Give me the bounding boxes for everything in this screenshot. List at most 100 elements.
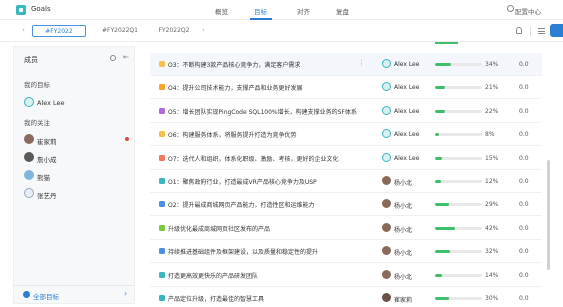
goal-owner: Alex Lee [394, 61, 420, 68]
goal-title[interactable]: O2：提升最成商城网页产品能力，打造性区和运维能力 [168, 200, 315, 209]
chevron-right-icon: › [124, 289, 128, 298]
goal-row[interactable]: 升级优化最成商城网页社区发布的产品 杨小北 42% 0.0 [150, 217, 542, 240]
goal-title[interactable]: O1：聚焦政府行业，打造最成VR产品核心竞争力及USP [168, 177, 317, 186]
avatar [24, 134, 34, 144]
goal-row[interactable]: O7：迭代人和组织，体系化职级、激励、考核，更好的企业文化 Alex Lee 15%… [150, 147, 542, 170]
progress-percent: 21% [485, 84, 499, 92]
avatar [382, 199, 391, 209]
goal-row[interactable]: O4：提升公司技术能力，支撑产品和业务更好发展 Alex Lee 21% 0.0 [150, 76, 542, 100]
goal-title[interactable]: 升级优化最成商城网页社区发布的产品 [168, 224, 270, 233]
app-title: Goals [31, 5, 51, 13]
goal-score: 0.0 [519, 61, 529, 68]
avatar [382, 176, 391, 185]
nav-overview[interactable]: 概览 [215, 6, 228, 16]
toolbar-divider [530, 27, 531, 36]
progress-bar [435, 63, 482, 66]
objective-icon [159, 248, 165, 255]
search-icon[interactable] [110, 55, 116, 61]
objective-icon [159, 61, 165, 67]
goal-row[interactable]: O1：聚焦政府行业，打造最成VR产品核心竞争力及USP 杨小北 12% 0.0 [150, 170, 542, 193]
avatar [382, 59, 391, 68]
goal-owner: Alex Lee [394, 84, 420, 92]
member-name: 熊猫 [37, 174, 50, 182]
progress-percent: 30% [485, 295, 499, 302]
all-goals-link[interactable]: 全部目标 › [14, 285, 134, 303]
goal-row[interactable]: O2：提升最成商城网页产品能力，打造性区和运维能力 杨小北 29% 0.0 [150, 193, 542, 217]
progress-percent: 12% [485, 178, 499, 185]
goal-row[interactable]: 持续推进基础组件及框架建设，以及质量和稳定性的提升 杨小北 32% 0.0 [150, 240, 542, 264]
progress-bar-fill [435, 297, 450, 300]
collapse-icon[interactable]: ⇤ [123, 53, 129, 61]
lightbulb-icon[interactable] [516, 27, 522, 34]
avatar [24, 97, 34, 107]
tab-fy2022q1[interactable]: #FY2022Q1 [94, 25, 146, 37]
goal-owner: Alex Lee [394, 107, 420, 115]
sidebar-item-member[interactable]: 詹小成 [24, 152, 124, 164]
goal-score: 0.0 [519, 107, 529, 115]
goal-row[interactable]: O3：不断构建3款产品核心竞争力，满足客户需求 ⋮ Alex Lee 34% 0.0 [150, 53, 542, 76]
progress-bar [435, 180, 482, 183]
progress-bar [435, 273, 482, 277]
list-view-icon[interactable] [538, 28, 545, 34]
avatar [24, 188, 34, 198]
objective-icon [159, 224, 165, 231]
objective-icon [159, 271, 165, 278]
goal-title[interactable]: O6：构建服务体系，将服务提升打造为竞争优势 [168, 130, 297, 139]
goal-title[interactable]: O7：迭代人和组织，体系化职级、激励、考核，更好的企业文化 [168, 154, 339, 163]
goal-score: 0.0 [519, 295, 529, 302]
goal-owner: 杨小北 [394, 203, 413, 211]
sidebar-item-member[interactable]: 崔家莉 [24, 134, 124, 146]
chevron-left-icon[interactable]: ‹ [22, 26, 25, 34]
gear-icon[interactable] [507, 5, 514, 12]
goal-title[interactable]: 持续推进基础组件及框架建设，以及质量和稳定性的提升 [168, 247, 318, 256]
goal-row[interactable]: 打造更高效更快乐的产品研发团队 杨小北 14% 0.0 [150, 264, 542, 287]
sidebar-item-member[interactable]: 张艺丹 [24, 188, 124, 200]
view-toggle-button[interactable] [550, 24, 563, 37]
progress-percent: 15% [485, 154, 499, 162]
sidebar-item-member[interactable]: 熊猫 [24, 170, 124, 182]
goal-title[interactable]: O5：增长团队实现PingCode SQL100%增长，构建支撑业务的SF体系 [168, 107, 357, 116]
sidebar-item-me[interactable]: Alex Lee [24, 97, 124, 109]
goal-score: 0.0 [519, 84, 529, 92]
progress-bar [435, 86, 482, 90]
scrollbar[interactable] [547, 160, 550, 270]
goal-score: 0.0 [519, 178, 529, 185]
avatar [382, 152, 391, 162]
goal-title[interactable]: 产品定位升级，打造最佳的智慧工具 [168, 294, 264, 303]
nav-review[interactable]: 复盘 [336, 6, 349, 16]
goal-row[interactable]: 产品定位升级，打造最佳的智慧工具 崔家莉 30% 0.0 [150, 287, 542, 307]
goal-owner: Alex Lee [394, 131, 420, 139]
goal-owner: 杨小北 [394, 226, 413, 234]
goal-title[interactable]: O3：不断构建3款产品核心竞争力，满足客户需求 [168, 60, 300, 69]
progress-percent: 34% [485, 61, 499, 68]
period-tabs: ‹ #FY2022 #FY2022Q1 FY2022Q2 › [0, 20, 563, 42]
config-center-link[interactable]: 配置中心 [515, 6, 541, 16]
goal-row[interactable]: O5：增长团队实现PingCode SQL100%增长，构建支撑业务的SF体系 A… [150, 100, 542, 123]
nav-alignment[interactable]: 对齐 [297, 6, 310, 16]
goal-score: 0.0 [519, 271, 529, 279]
avatar [382, 293, 391, 302]
objective-icon [159, 201, 165, 208]
progress-bar-fill [435, 42, 458, 44]
unread-dot [125, 137, 129, 141]
avatar [24, 170, 34, 180]
target-icon [23, 291, 30, 298]
goal-list: O3：不断构建3款产品核心竞争力，满足客户需求 ⋮ Alex Lee 34% 0.0 O4… [150, 42, 542, 307]
progress-bar-fill [435, 250, 451, 254]
goal-owner: 崔家莉 [394, 297, 413, 304]
more-options-icon[interactable]: ⋮ [358, 59, 365, 67]
tab-fy2022q2[interactable]: FY2022Q2 [150, 25, 198, 37]
tab-fy2022[interactable]: #FY2022 [32, 25, 86, 37]
objective-icon [159, 131, 165, 138]
progress-bar-fill [435, 203, 449, 207]
nav-goals[interactable]: 目标 [254, 6, 267, 16]
goal-title[interactable]: O4：提升公司技术能力，支撑产品和业务更好发展 [168, 83, 303, 92]
goal-row[interactable]: O6：构建服务体系，将服务提升打造为竞争优势 Alex Lee 8% 0.0 [150, 123, 542, 147]
goals-logo-icon [16, 5, 26, 15]
member-name: Alex Lee [37, 99, 65, 107]
chevron-right-icon[interactable]: › [202, 26, 205, 34]
progress-percent: 42% [485, 224, 499, 232]
goal-title[interactable]: 打造更高效更快乐的产品研发团队 [168, 271, 258, 280]
avatar [382, 129, 391, 139]
avatar [382, 246, 391, 256]
